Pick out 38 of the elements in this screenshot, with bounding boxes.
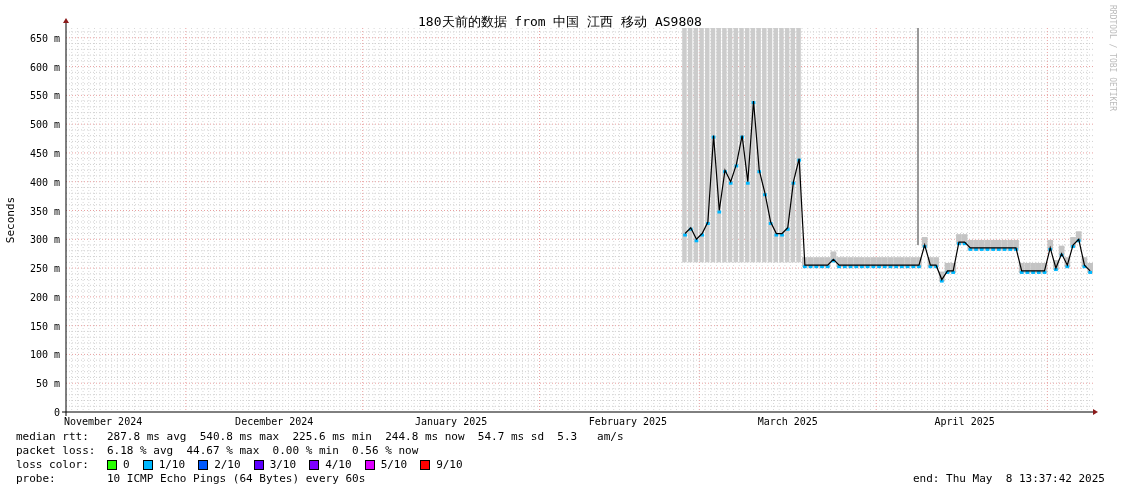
y-tick-label: 600 m — [29, 61, 60, 73]
swatch-label: 4/10 — [325, 458, 352, 472]
y-tick-label: 200 m — [29, 291, 60, 303]
y-tick-label: 150 m — [29, 320, 60, 332]
swatch-label: 5/10 — [380, 458, 408, 472]
swatch-label: 1/10 — [158, 458, 186, 472]
stat-value: 6.18 % avg 44.67 % max 0.00 % min 0.56 % now — [107, 444, 419, 458]
y-tick-label: 0 — [53, 407, 60, 418]
y-tick-label: 300 m — [29, 234, 60, 246]
swatch-label: 9/10 — [436, 458, 463, 472]
x-tick-label: March 2025 — [757, 416, 818, 427]
swatch-label: 2/10 — [214, 458, 241, 472]
stat-label: median rtt: — [16, 430, 90, 444]
y-tick-label: 250 m — [29, 263, 60, 275]
credit-text: RRDTOOL / TOBI OETIKER — [1108, 5, 1117, 111]
swatch-label: 3/10 — [269, 458, 297, 472]
x-tick-label: April 2025 — [934, 416, 995, 427]
stat-label: packet loss: — [16, 444, 97, 458]
x-tick-label: February 2025 — [588, 416, 668, 427]
y-tick-label: 550 m — [29, 90, 60, 102]
axis-title: Seconds — [4, 196, 17, 244]
end-time-text: end: Thu May 8 13:37:42 2025 — [912, 472, 1105, 486]
chart-title: 180天前的数据 from 中国 江西 移动 AS9808 — [418, 14, 702, 29]
stat-value: 10 ICMP Echo Pings (64 Bytes) every 60s — [107, 472, 366, 486]
y-tick-label: 450 m — [29, 147, 60, 159]
y-tick-label: 350 m — [29, 205, 60, 217]
stat-label: loss color: — [16, 458, 90, 472]
x-tick-label: December 2024 — [235, 416, 314, 427]
y-tick-label: 650 m — [29, 32, 60, 44]
x-tick-label: November 2024 — [63, 416, 143, 427]
y-tick-label: 400 m — [29, 176, 60, 188]
stat-value: 287.8 ms avg 540.8 ms max 225.6 ms min 244.8 ms now 54.7 ms sd 5.3 am/s — [107, 430, 624, 444]
y-tick-label: 100 m — [29, 349, 60, 361]
x-tick-label: January 2025 — [415, 416, 488, 427]
stat-label: probe: — [16, 472, 57, 486]
y-tick-label: 500 m — [29, 119, 60, 131]
y-tick-label: 50 m — [35, 378, 60, 390]
swatch-label: 0 — [123, 458, 130, 472]
